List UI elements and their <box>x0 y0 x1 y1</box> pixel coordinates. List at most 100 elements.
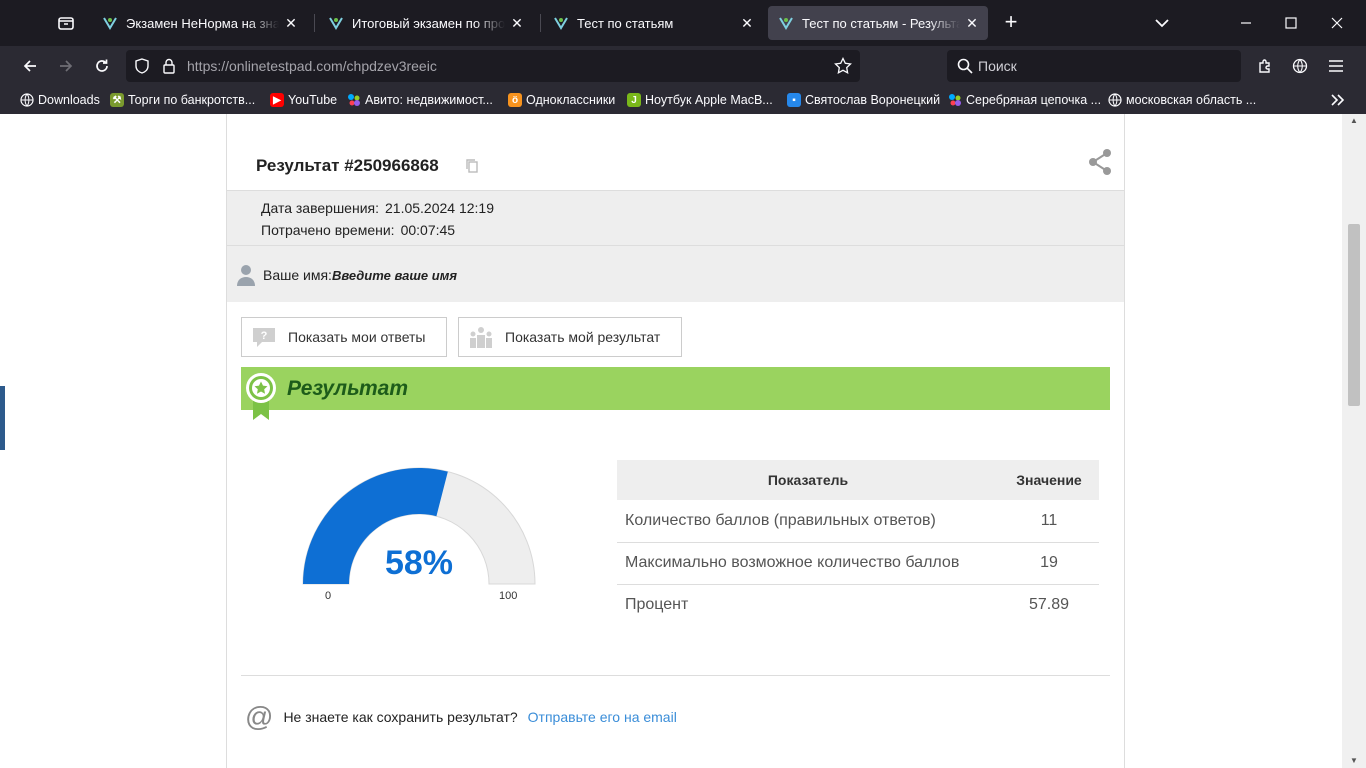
tab-title: Экзамен НеНорма на знание пр <box>126 15 279 31</box>
user-name-label: Ваше имя: <box>263 267 332 283</box>
hammer-icon: ⚒ <box>110 93 124 107</box>
bookmark-avito[interactable]: Авито: недвижимост... <box>347 91 493 109</box>
bookmark-torgi[interactable]: ⚒ Торги по банкротств... <box>110 91 255 109</box>
new-tab-button[interactable]: + <box>996 8 1026 38</box>
user-name-row: Ваше имя:Введите ваше имя <box>227 246 1124 302</box>
user-name-field: Ваше имя:Введите ваше имя <box>263 267 457 283</box>
vertical-scrollbar[interactable]: ▲ ▼ <box>1342 114 1366 768</box>
forward-button[interactable] <box>52 52 80 80</box>
chat-icon: ▪ <box>787 93 801 107</box>
column-header-indicator: Показатель <box>617 460 999 500</box>
close-tab-icon[interactable]: ✕ <box>964 15 980 32</box>
globe-icon <box>1292 58 1308 74</box>
search-bar[interactable]: Поиск <box>947 50 1241 82</box>
tab-title: Тест по статьям <box>577 15 674 31</box>
url-path: chpdzev3reeic <box>346 58 437 74</box>
hamburger-menu-icon <box>1329 60 1343 72</box>
send-email-link[interactable]: Отправьте его на email <box>528 709 677 725</box>
chevron-down-icon <box>1155 19 1169 28</box>
gauge-percent-label: 58% <box>384 544 454 582</box>
url-host: https://onlinetestpad.com/ <box>187 58 347 74</box>
tab-bar: Экзамен НеНорма на знание пр ✕ Итоговый … <box>0 0 1366 46</box>
back-button[interactable] <box>16 52 44 80</box>
result-banner-title: Результат <box>287 377 409 400</box>
reload-button[interactable] <box>88 52 116 80</box>
close-tab-icon[interactable]: ✕ <box>509 15 525 32</box>
scroll-down-icon[interactable]: ▼ <box>1348 756 1360 766</box>
show-answers-button[interactable]: ? Показать мои ответы <box>241 317 447 357</box>
lock-icon[interactable] <box>162 58 176 74</box>
show-result-button[interactable]: Показать мой результат <box>458 317 682 357</box>
minimize-icon <box>1241 22 1251 24</box>
tab-4-active[interactable]: Тест по статьям - Результат он ✕ <box>768 6 988 40</box>
gauge-max-label: 100 <box>499 590 518 602</box>
star-icon[interactable] <box>834 57 852 75</box>
column-header-value: Значение <box>999 460 1099 500</box>
vpn-button[interactable] <box>1286 52 1314 80</box>
row-value: 19 <box>999 542 1099 585</box>
share-icon[interactable] <box>1088 148 1112 176</box>
scrollbar-thumb[interactable] <box>1348 224 1360 406</box>
copy-icon[interactable] <box>465 158 479 174</box>
tab-separator <box>314 14 315 32</box>
bookmark-youtube[interactable]: ▶ YouTube <box>270 91 337 109</box>
bookmark-odnoklassniki[interactable]: ö Одноклассники <box>508 91 615 109</box>
close-tab-icon[interactable]: ✕ <box>283 15 299 32</box>
time-spent-label: Потрачено времени: <box>261 222 395 238</box>
bookmark-label: Авито: недвижимост... <box>365 93 493 107</box>
result-title: Результат #250966868 <box>256 156 439 175</box>
globe-icon <box>1108 93 1122 107</box>
row-indicator: Процент <box>625 596 689 614</box>
close-window-button[interactable] <box>1322 8 1352 38</box>
navigation-bar: https://onlinetestpad.com/chpdzev3reeic … <box>0 46 1366 86</box>
extensions-button[interactable] <box>1251 52 1279 80</box>
close-icon <box>1331 17 1343 29</box>
row-indicator: Количество баллов (правильных ответов) <box>617 500 999 543</box>
globe-icon <box>20 93 34 107</box>
tab-1[interactable]: Экзамен НеНорма на знание пр ✕ <box>92 6 307 40</box>
bookmark-chain[interactable]: Серебряная цепочка ... <box>948 91 1101 109</box>
result-card: Результат #250966868 Дата завершения: 21.… <box>226 114 1125 768</box>
email-save-row: @ Не знаете как сохранить результат? Отп… <box>245 703 677 731</box>
bookmark-label: YouTube <box>288 93 338 107</box>
bookmark-label: Торги по банкротств... <box>128 93 256 107</box>
list-all-tabs-button[interactable] <box>1150 12 1174 34</box>
page-viewport: Результат #250966868 Дата завершения: 21.… <box>0 114 1366 768</box>
chevron-double-right-icon[interactable] <box>1328 90 1348 110</box>
tab-list-icon <box>58 17 74 30</box>
table-row: Количество баллов (правильных ответов) 1… <box>617 500 1099 543</box>
email-question: Не знаете как сохранить результат? <box>283 709 518 725</box>
market-icon: J <box>627 93 641 107</box>
tab-2[interactable]: Итоговый экзамен по програм ✕ <box>318 6 533 40</box>
bookmarks-bar: Downloads ⚒ Торги по банкротств... ▶ You… <box>0 86 1366 114</box>
bookmark-label: московская область ... <box>1126 93 1257 107</box>
bookmark-downloads[interactable]: Downloads <box>20 91 100 109</box>
scroll-up-icon[interactable]: ▲ <box>1348 116 1360 126</box>
award-badge-icon <box>246 373 276 420</box>
result-header: Результат #250966868 <box>227 118 1124 191</box>
finish-date-label: Дата завершения: <box>261 200 379 216</box>
user-name-input[interactable]: Введите ваше имя <box>332 268 457 283</box>
bookmark-vk-chat[interactable]: ▪ Святослав Воронецкий <box>787 91 940 109</box>
minimize-button[interactable] <box>1231 8 1261 38</box>
row-indicator: Максимально возможное количество баллов <box>617 542 999 585</box>
search-placeholder: Поиск <box>978 58 1017 74</box>
arrow-left-icon <box>23 60 36 72</box>
close-tab-icon[interactable]: ✕ <box>739 15 755 32</box>
maximize-button[interactable] <box>1276 8 1306 38</box>
table-header-row: Показатель Значение <box>617 460 1099 500</box>
menu-button[interactable] <box>1322 52 1350 80</box>
svg-text:?: ? <box>261 330 268 342</box>
tab-list-button[interactable] <box>48 8 84 38</box>
bookmark-label: Серебряная цепочка ... <box>966 93 1102 107</box>
tab-separator <box>540 14 541 32</box>
page-edge-strip <box>0 386 5 450</box>
question-bubble-icon: ? <box>253 328 275 347</box>
tab-3[interactable]: Тест по статьям ✕ <box>543 6 763 40</box>
bookmark-macbook[interactable]: J Ноутбук Apple MacB... <box>627 91 773 109</box>
onlinetestpad-favicon-icon <box>103 17 117 30</box>
bookmark-moscow-region[interactable]: московская область ... <box>1108 91 1256 109</box>
row-value: 11 <box>999 500 1099 543</box>
shield-icon[interactable] <box>134 58 150 74</box>
address-bar[interactable]: https://onlinetestpad.com/chpdzev3reeic <box>126 50 860 82</box>
